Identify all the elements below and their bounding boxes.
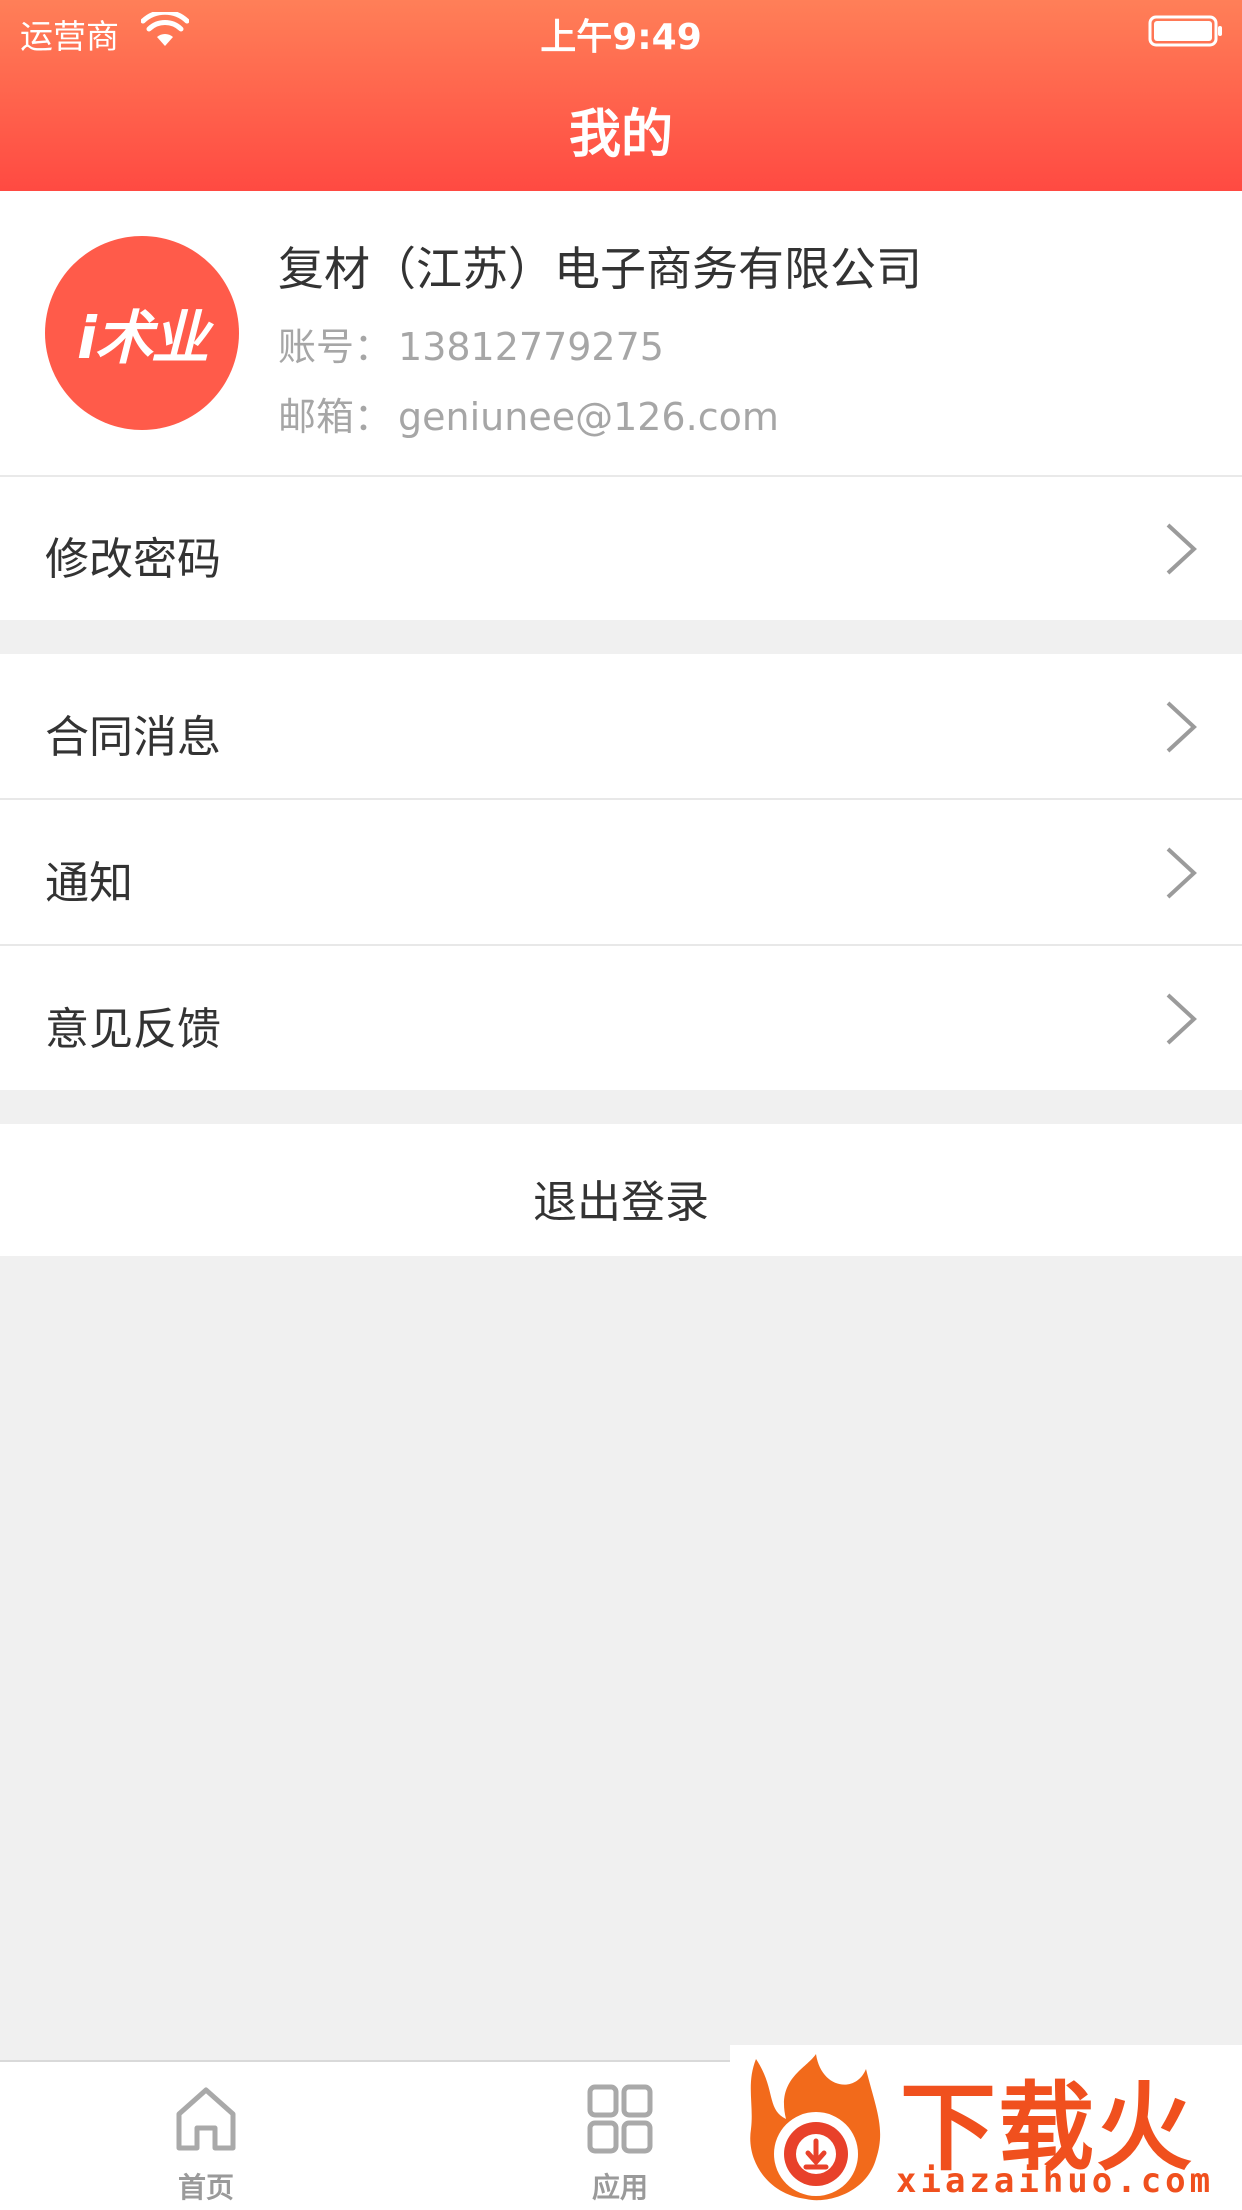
company-name: 复材（江苏）电子商务有限公司: [278, 242, 922, 296]
chevron-right-icon: [1166, 523, 1197, 575]
menu-item-label: 通知: [45, 858, 133, 909]
chevron-right-icon: [1166, 993, 1197, 1045]
email-line: 邮箱： geniunee@126.com: [278, 386, 779, 441]
tab-home[interactable]: 首页: [106, 2062, 306, 2210]
email-label: 邮箱：: [278, 395, 393, 439]
chevron-right-icon: [1166, 701, 1197, 753]
menu-item-contract-messages[interactable]: 合同消息: [0, 654, 1242, 798]
home-icon: [176, 2087, 236, 2151]
logout-button[interactable]: 退出登录: [0, 1124, 1242, 1256]
menu-item-change-password[interactable]: 修改密码: [0, 477, 1242, 620]
menu-item-feedback[interactable]: 意见反馈: [0, 946, 1242, 1090]
menu-item-notifications[interactable]: 通知: [0, 800, 1242, 944]
header-bar: 运营商 上午9:49 我的: [0, 0, 1242, 191]
page-title: 我的: [568, 105, 673, 165]
watermark-url: xiazaihuo.com: [896, 2161, 1215, 2201]
menu-item-label: 意见反馈: [45, 1004, 221, 1055]
watermark: 下载火 xiazaihuo.com: [730, 2045, 1242, 2208]
tab-apps-label: 应用: [591, 2171, 648, 2204]
logout-label: 退出登录: [533, 1177, 709, 1228]
status-time: 上午9:49: [540, 17, 702, 58]
email-value: geniunee@126.com: [398, 395, 779, 439]
tab-home-label: 首页: [177, 2171, 234, 2204]
menu-item-label: 合同消息: [45, 712, 221, 763]
tab-apps[interactable]: 应用: [520, 2062, 720, 2210]
chevron-right-icon: [1166, 847, 1197, 899]
status-bar: 运营商 上午9:49: [0, 0, 1242, 60]
avatar: i术业: [45, 236, 239, 430]
grid-icon: [587, 2084, 653, 2154]
account-label: 账号：: [278, 325, 393, 369]
battery-icon: [1148, 15, 1222, 47]
menu-item-label: 修改密码: [45, 534, 221, 585]
account-value: 13812779275: [398, 325, 664, 369]
flame-logo-icon: [750, 2054, 881, 2201]
profile-card: i术业 复材（江苏）电子商务有限公司 账号： 13812779275 邮箱： gen…: [0, 191, 1242, 477]
account-line: 账号： 13812779275: [278, 316, 664, 371]
avatar-logo: i术业: [77, 304, 209, 372]
